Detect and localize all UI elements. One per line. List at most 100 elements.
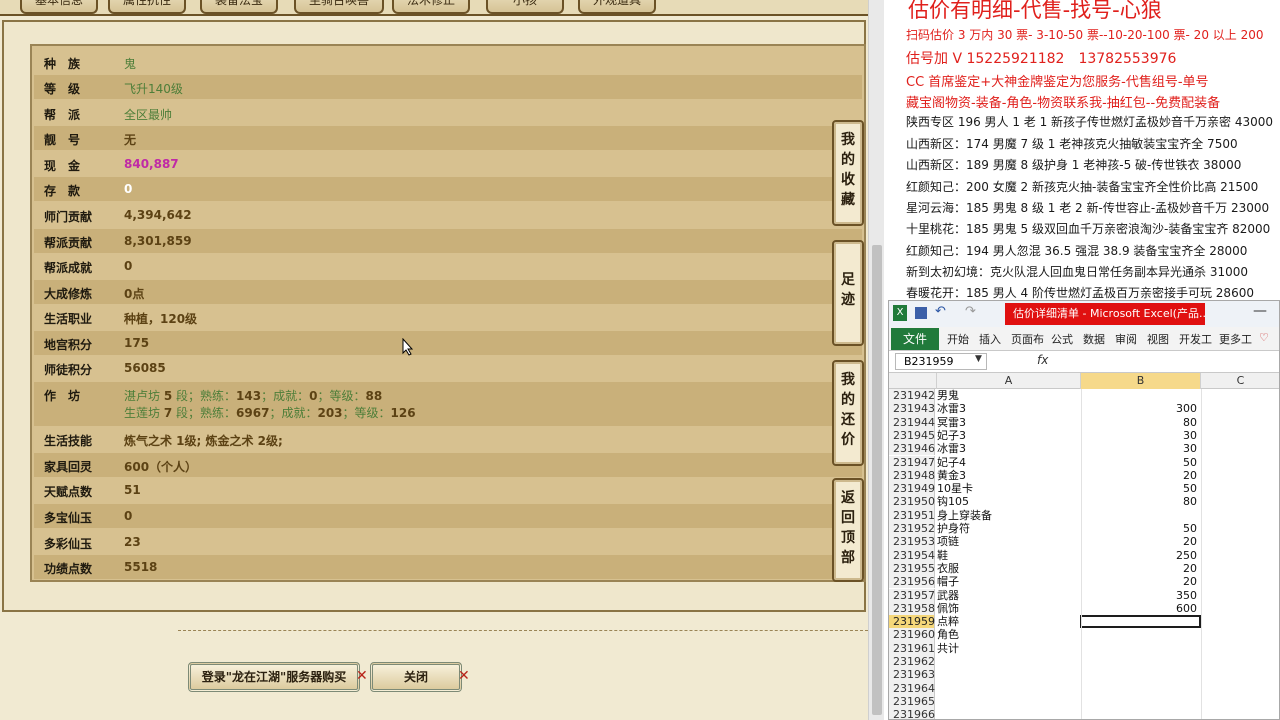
tab-mounts-pets[interactable]: 坐骑召唤兽 (294, 0, 384, 14)
my-favorites-button[interactable]: 我的收藏 (832, 120, 864, 226)
row-number[interactable]: 231950 (889, 495, 935, 509)
row-number[interactable]: 231952 (889, 522, 935, 536)
ribbon-tab[interactable]: 插入 (979, 331, 1001, 347)
name-box[interactable]: B231959 (895, 353, 987, 370)
tab-child[interactable]: 小孩 (486, 0, 564, 14)
cell-a[interactable]: 黄金3 (937, 469, 1079, 482)
table-row[interactable]: 231966 (889, 708, 1279, 719)
tab-attributes[interactable]: 属性抗性 (108, 0, 186, 14)
ribbon-tab[interactable]: 开发工 (1179, 331, 1212, 347)
close-button[interactable]: 关闭 (370, 662, 462, 692)
table-row[interactable]: 231958 佩饰 600 (889, 601, 1279, 616)
cell-b[interactable]: 20 (1081, 575, 1197, 588)
login-server-buy-button[interactable]: 登录"龙在江湖"服务器购买 (188, 662, 360, 692)
my-counteroffer-button[interactable]: 我的还价 (832, 360, 864, 466)
file-tab[interactable]: 文件 (891, 328, 939, 350)
tab-equipment[interactable]: 装备法宝 (200, 0, 278, 14)
table-row[interactable]: 231963 (889, 668, 1279, 682)
table-row[interactable]: 231960 角色 (889, 628, 1279, 642)
table-row[interactable]: 231955 衣服 20 (889, 561, 1279, 576)
table-row[interactable]: 231949 10星卡 50 (889, 482, 1279, 496)
cell-b[interactable]: 50 (1081, 522, 1197, 535)
table-row[interactable]: 231952 护身符 50 (889, 522, 1279, 536)
save-icon[interactable] (915, 307, 927, 319)
row-number[interactable]: 231945 (889, 428, 935, 443)
row-number[interactable]: 231966 (889, 708, 935, 719)
footprints-button[interactable]: 足迹 (832, 240, 864, 346)
fx-icon[interactable]: fx (1037, 353, 1048, 367)
minimize-icon[interactable]: — (1253, 303, 1267, 319)
table-row[interactable]: 231950 钩105 80 (889, 495, 1279, 509)
cell-a[interactable]: 10星卡 (937, 482, 1079, 495)
cell-a[interactable]: 衣服 (937, 562, 1079, 575)
cell-a[interactable]: 共计 (937, 642, 1079, 655)
table-row[interactable]: 231953 项链 20 (889, 535, 1279, 549)
row-number[interactable]: 231947 (889, 455, 935, 469)
cell-a[interactable]: 冰雷3 (937, 442, 1079, 455)
row-number[interactable]: 231946 (889, 442, 935, 456)
column-header-b[interactable]: B (1081, 373, 1201, 389)
tab-appearance[interactable]: 外观道具 (578, 0, 656, 14)
cell-a[interactable]: 佩饰 (937, 602, 1079, 615)
cell-a[interactable]: 护身符 (937, 522, 1079, 535)
row-number[interactable]: 231959 (889, 615, 935, 629)
table-row[interactable]: 231948 黄金3 20 (889, 468, 1279, 483)
table-row[interactable]: 231945 妃子3 30 (889, 428, 1279, 443)
table-row[interactable]: 231957 武器 350 (889, 588, 1279, 602)
cell-b[interactable]: 300 (1081, 402, 1197, 415)
ribbon-tab[interactable]: 开始 (947, 331, 969, 347)
table-row[interactable]: 231962 (889, 655, 1279, 669)
row-number[interactable]: 231963 (889, 668, 935, 682)
cell-a[interactable]: 角色 (937, 628, 1079, 641)
cell-a[interactable]: 妃子3 (937, 429, 1079, 442)
ribbon-tab[interactable]: 数据 (1083, 331, 1105, 347)
row-number[interactable]: 231964 (889, 681, 935, 695)
table-row[interactable]: 231943 冰雷3 300 (889, 402, 1279, 416)
redo-icon[interactable]: ↷ (965, 304, 976, 319)
column-header-c[interactable]: C (1201, 373, 1279, 389)
cell-a[interactable]: 点粹 (937, 615, 1079, 628)
cell-b[interactable]: 250 (1081, 549, 1197, 562)
scrollbar-thumb[interactable] (872, 245, 882, 715)
row-number[interactable]: 231954 (889, 548, 935, 562)
row-number[interactable]: 231955 (889, 561, 935, 576)
ribbon-tab[interactable]: 更多工 (1219, 331, 1252, 347)
cell-b[interactable]: 80 (1081, 495, 1197, 508)
cell-b[interactable]: 600 (1081, 602, 1197, 615)
table-row[interactable]: 231951 身上穿装备 (889, 508, 1279, 522)
table-row[interactable]: 231947 妃子4 50 (889, 455, 1279, 469)
table-row[interactable]: 231954 鞋 250 (889, 548, 1279, 562)
table-row[interactable]: 231942 男鬼 (889, 389, 1279, 403)
cell-b[interactable]: 50 (1081, 482, 1197, 495)
cell-a[interactable]: 冥雷3 (937, 416, 1079, 429)
cell-a[interactable]: 武器 (937, 589, 1079, 602)
cell-a[interactable]: 男鬼 (937, 389, 1079, 402)
cell-b[interactable]: 30 (1081, 442, 1197, 455)
cell-a[interactable]: 钩105 (937, 495, 1079, 508)
cell-b[interactable]: 20 (1081, 562, 1197, 575)
row-number[interactable]: 231960 (889, 628, 935, 642)
row-number[interactable]: 231957 (889, 588, 935, 602)
cell-a[interactable]: 帽子 (937, 575, 1079, 588)
vertical-scrollbar[interactable] (868, 0, 884, 720)
row-number[interactable]: 231962 (889, 655, 935, 669)
cell-a[interactable]: 项链 (937, 535, 1079, 548)
row-number[interactable]: 231958 (889, 601, 935, 616)
row-number[interactable]: 231961 (889, 641, 935, 655)
row-number[interactable]: 231948 (889, 468, 935, 483)
table-row[interactable]: 231964 (889, 681, 1279, 695)
cell-b[interactable]: 30 (1081, 429, 1197, 442)
table-row[interactable]: 231965 (889, 694, 1279, 709)
cell-b[interactable]: 80 (1081, 416, 1197, 429)
chevron-down-icon[interactable]: ▼ (975, 354, 982, 364)
back-to-top-button[interactable]: 返回顶部 (832, 478, 864, 582)
table-row[interactable]: 231944 冥雷3 80 (889, 415, 1279, 429)
cell-a[interactable]: 鞋 (937, 549, 1079, 562)
cell-b[interactable]: 20 (1081, 535, 1197, 548)
row-number[interactable]: 231953 (889, 535, 935, 549)
row-number[interactable]: 231944 (889, 415, 935, 429)
ribbon-tab[interactable]: 视图 (1147, 331, 1169, 347)
cell-b[interactable]: 50 (1081, 456, 1197, 469)
table-row[interactable]: 231946 冰雷3 30 (889, 442, 1279, 456)
column-header-a[interactable]: A (937, 373, 1081, 389)
